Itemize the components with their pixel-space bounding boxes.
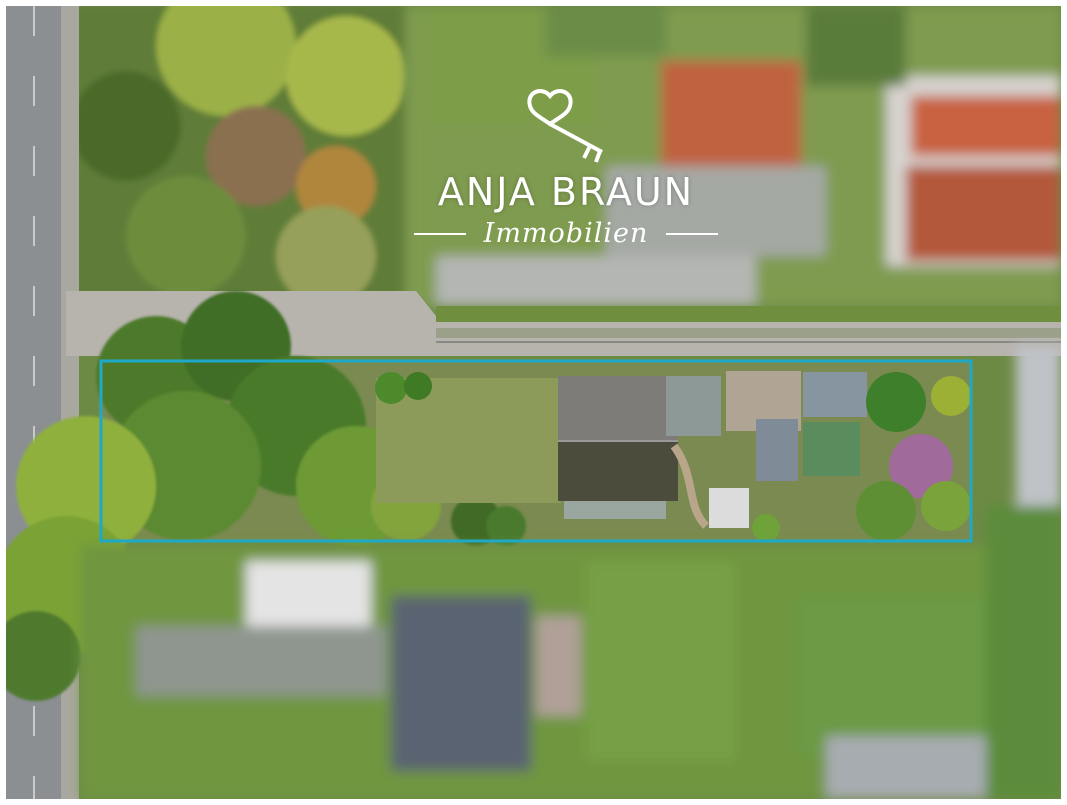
tagline-row: Immobilien [376, 218, 756, 249]
brand-name: ANJA BRAUN [437, 170, 695, 214]
heart-key-icon [527, 89, 603, 163]
brand-tagline: Immobilien [483, 218, 649, 249]
watermark-logo: ANJA BRAUN Immobilien [376, 86, 756, 249]
top-left-woodland [71, 6, 406, 306]
right-rule [666, 232, 719, 235]
left-rule [413, 232, 466, 235]
aerial-photo: ANJA BRAUN Immobilien [6, 6, 1061, 799]
